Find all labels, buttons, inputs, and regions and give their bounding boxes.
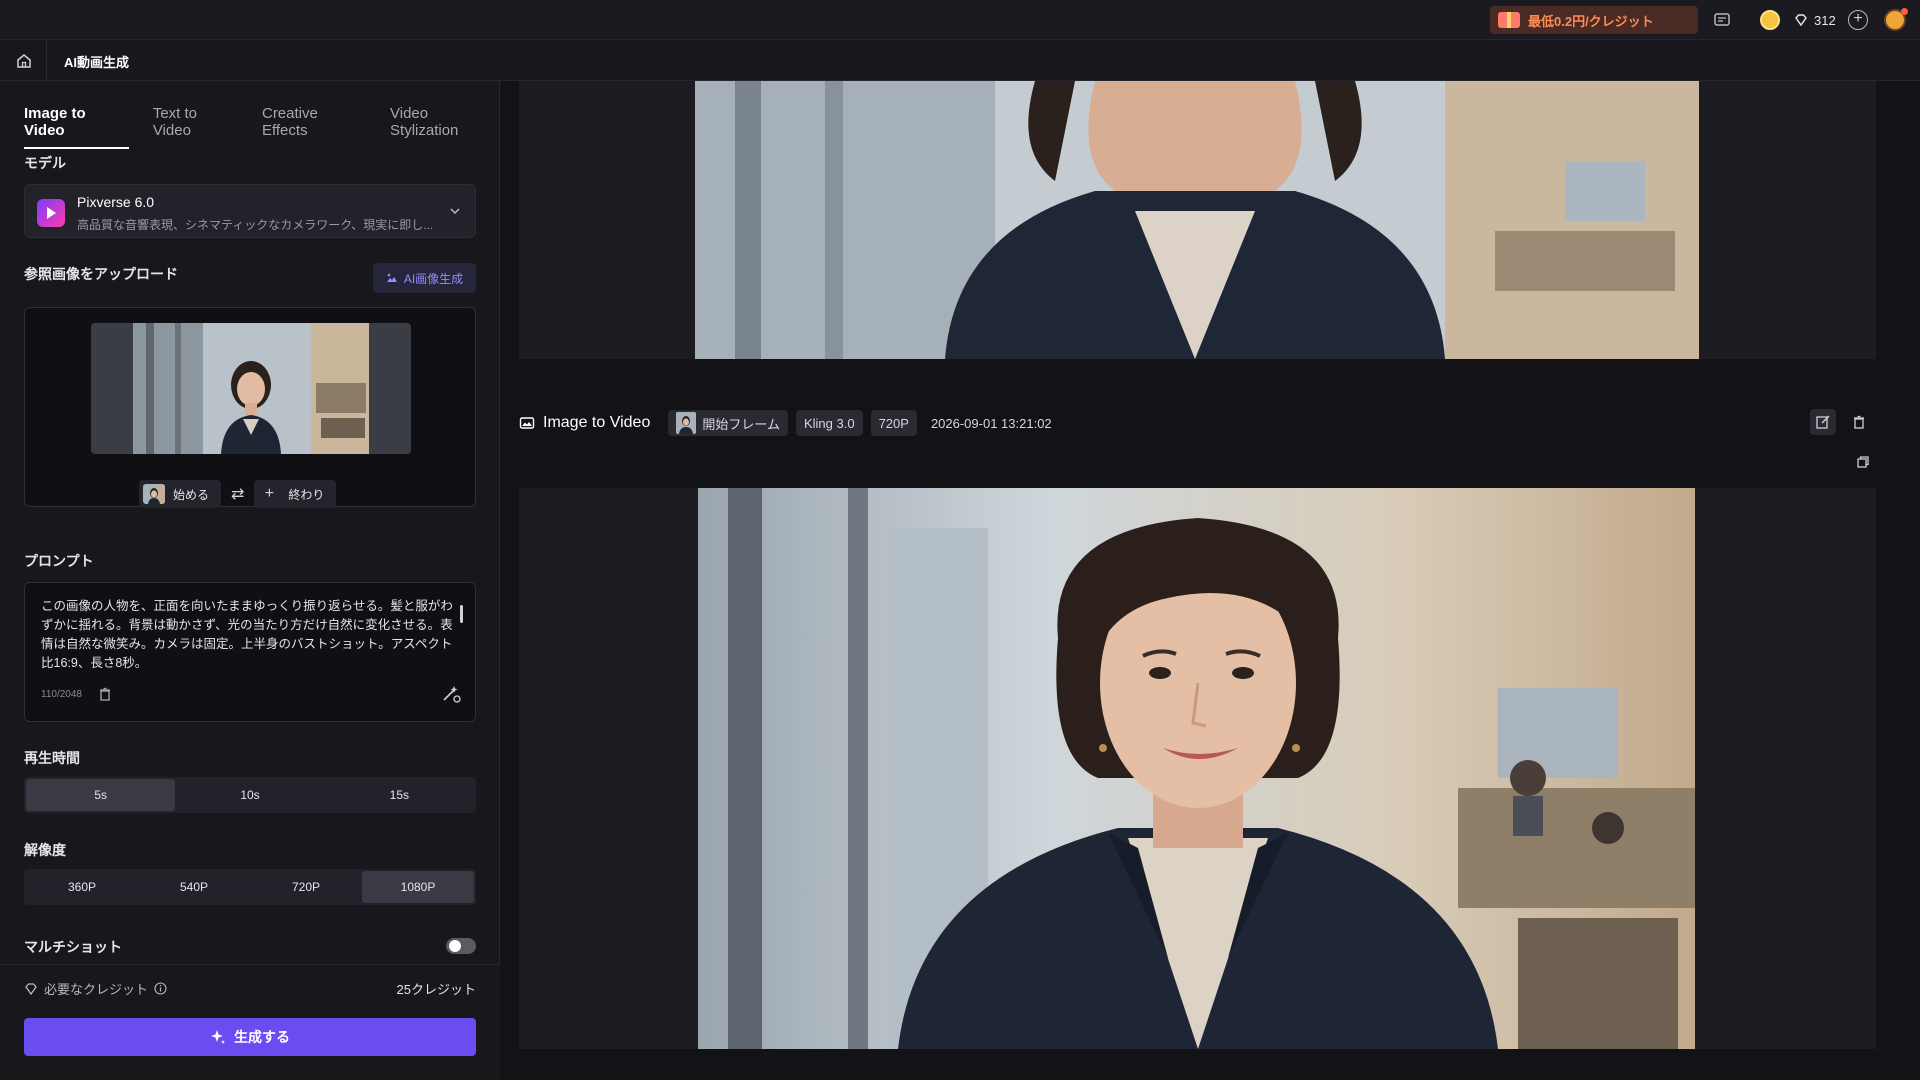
generate-button[interactable]: 生成する (24, 1018, 476, 1056)
credit-count: 312 (1814, 12, 1836, 28)
trash-icon[interactable] (97, 686, 113, 702)
delete-button[interactable] (1846, 409, 1872, 435)
tab-creative-effects[interactable]: Creative Effects (262, 105, 366, 149)
resolution-option-360p[interactable]: 360P (26, 871, 138, 903)
message-icon[interactable] (1712, 10, 1732, 30)
resolution-selector: 360P 540P 720P 1080P (24, 869, 476, 905)
info-icon[interactable] (154, 982, 167, 995)
tab-image-to-video[interactable]: Image to Video (24, 105, 129, 149)
image-to-video-icon (519, 417, 535, 429)
prompt-input[interactable]: この画像の人物を、正面を向いたままゆっくり振り返らせる。髪と服がわずかに揺れる。… (24, 582, 476, 722)
required-credit-label: 必要なクレジット (44, 982, 149, 997)
previous-result-card[interactable] (519, 81, 1876, 359)
multishot-label: マルチショット (24, 939, 122, 955)
result-meta: Image to Video 開始フレーム Kling 3.0 720P 202… (519, 409, 1052, 437)
edit-icon (1816, 415, 1830, 429)
prompt-scrollbar[interactable] (460, 605, 463, 623)
duration-option-10s[interactable]: 10s (175, 779, 324, 811)
settings-panel: Image to Video Text to Video Creative Ef… (0, 81, 500, 1080)
generate-footer: 必要なクレジット 25クレジット 生成する (0, 964, 500, 1080)
reference-image (91, 323, 411, 454)
prompt-text[interactable]: この画像の人物を、正面を向いたままゆっくり振り返らせる。髪と服がわずかに揺れる。… (41, 597, 459, 673)
start-frame-label: 始める (173, 487, 210, 502)
sub-header: AI動画生成 (0, 40, 1920, 81)
gift-icon (1498, 12, 1520, 28)
duration-label: 再生時間 (24, 750, 80, 766)
duration-selector: 5s 10s 15s (24, 777, 476, 813)
start-frame-chip[interactable]: 開始フレーム (668, 410, 788, 436)
copy-button[interactable] (1850, 449, 1876, 475)
copy-icon (1857, 456, 1869, 468)
generate-label: 生成する (234, 1029, 290, 1045)
tab-video-stylization[interactable]: Video Stylization (390, 105, 499, 149)
credit-balance[interactable]: 312 (1794, 10, 1836, 30)
coin-icon[interactable] (1760, 10, 1780, 30)
mode-tabs: Image to Video Text to Video Creative Ef… (24, 105, 499, 149)
upload-label: 参照画像をアップロード (24, 266, 178, 282)
start-frame-chip-thumbnail (676, 412, 697, 434)
top-bar: 最低0.2円/クレジット 312 + (0, 0, 1920, 40)
model-label: モデル (24, 155, 66, 171)
end-frame-label: 終わり (288, 487, 325, 502)
diamond-icon (1795, 14, 1807, 27)
resolution-option-1080p[interactable]: 1080P (362, 871, 474, 903)
start-frame-button[interactable]: 始める (139, 480, 222, 508)
chevron-down-icon (450, 208, 460, 215)
add-credit-icon[interactable]: + (1848, 10, 1868, 30)
pixverse-logo-icon (37, 199, 65, 227)
model-select[interactable]: Pixverse 6.0 高品質な音響表現、シネマティックなカメラワーク、現実に… (24, 184, 476, 238)
home-icon[interactable] (12, 50, 36, 72)
ai-image-generate-label: AI画像生成 (403, 271, 464, 286)
results-area: Image to Video 開始フレーム Kling 3.0 720P 202… (501, 81, 1920, 1080)
swap-icon[interactable]: ⇄ (231, 484, 244, 504)
model-name: Pixverse 6.0 (77, 194, 155, 210)
notification-dot (1901, 8, 1908, 15)
model-description: 高品質な音響表現、シネマティックなカメラワーク、現実に即し... (77, 218, 434, 232)
tab-text-to-video[interactable]: Text to Video (153, 105, 238, 149)
required-credit: 必要なクレジット (24, 979, 167, 998)
image-icon (386, 273, 397, 282)
plus-icon: + (264, 485, 275, 502)
result-title-text: Image to Video (543, 414, 651, 431)
model-chip: Kling 3.0 (795, 410, 863, 436)
promo-banner[interactable]: 最低0.2円/クレジット (1490, 6, 1698, 34)
prompt-label: プロンプト (24, 553, 94, 569)
sparkle-icon (211, 1030, 225, 1044)
page-title: AI動画生成 (64, 55, 130, 70)
trash-icon (1854, 415, 1864, 429)
current-result-card[interactable] (519, 488, 1876, 1049)
resolution-chip: 720P (870, 410, 917, 436)
header-divider (46, 40, 47, 81)
resolution-option-720p[interactable]: 720P (250, 871, 362, 903)
start-frame-thumbnail (143, 484, 165, 504)
ai-image-generate-button[interactable]: AI画像生成 (373, 263, 476, 293)
avatar[interactable] (1884, 8, 1908, 31)
edit-button[interactable] (1810, 409, 1836, 435)
promo-text: 最低0.2円/クレジット (1528, 13, 1654, 29)
magic-wand-icon[interactable] (439, 683, 461, 705)
upload-area[interactable]: 始める ⇄ + 終わり (24, 307, 476, 508)
generated-video-preview[interactable] (698, 488, 1695, 1049)
previous-result-image (695, 81, 1699, 359)
duration-option-5s[interactable]: 5s (26, 779, 176, 811)
prompt-char-count: 110/2048 (41, 689, 82, 700)
start-frame-chip-label: 開始フレーム (702, 416, 780, 432)
result-date: 2026-09-01 13:21:02 (930, 415, 1052, 431)
duration-option-15s[interactable]: 15s (325, 779, 474, 811)
multishot-toggle[interactable] (446, 938, 476, 954)
resolution-label: 解像度 (24, 842, 66, 858)
frame-controls: 始める ⇄ + 終わり (139, 480, 337, 508)
required-credit-value: 25クレジット (396, 982, 476, 997)
result-title: Image to Video (519, 414, 650, 432)
resolution-option-540p[interactable]: 540P (138, 871, 250, 903)
diamond-icon (25, 982, 37, 995)
end-frame-button[interactable]: + 終わり (254, 480, 337, 508)
